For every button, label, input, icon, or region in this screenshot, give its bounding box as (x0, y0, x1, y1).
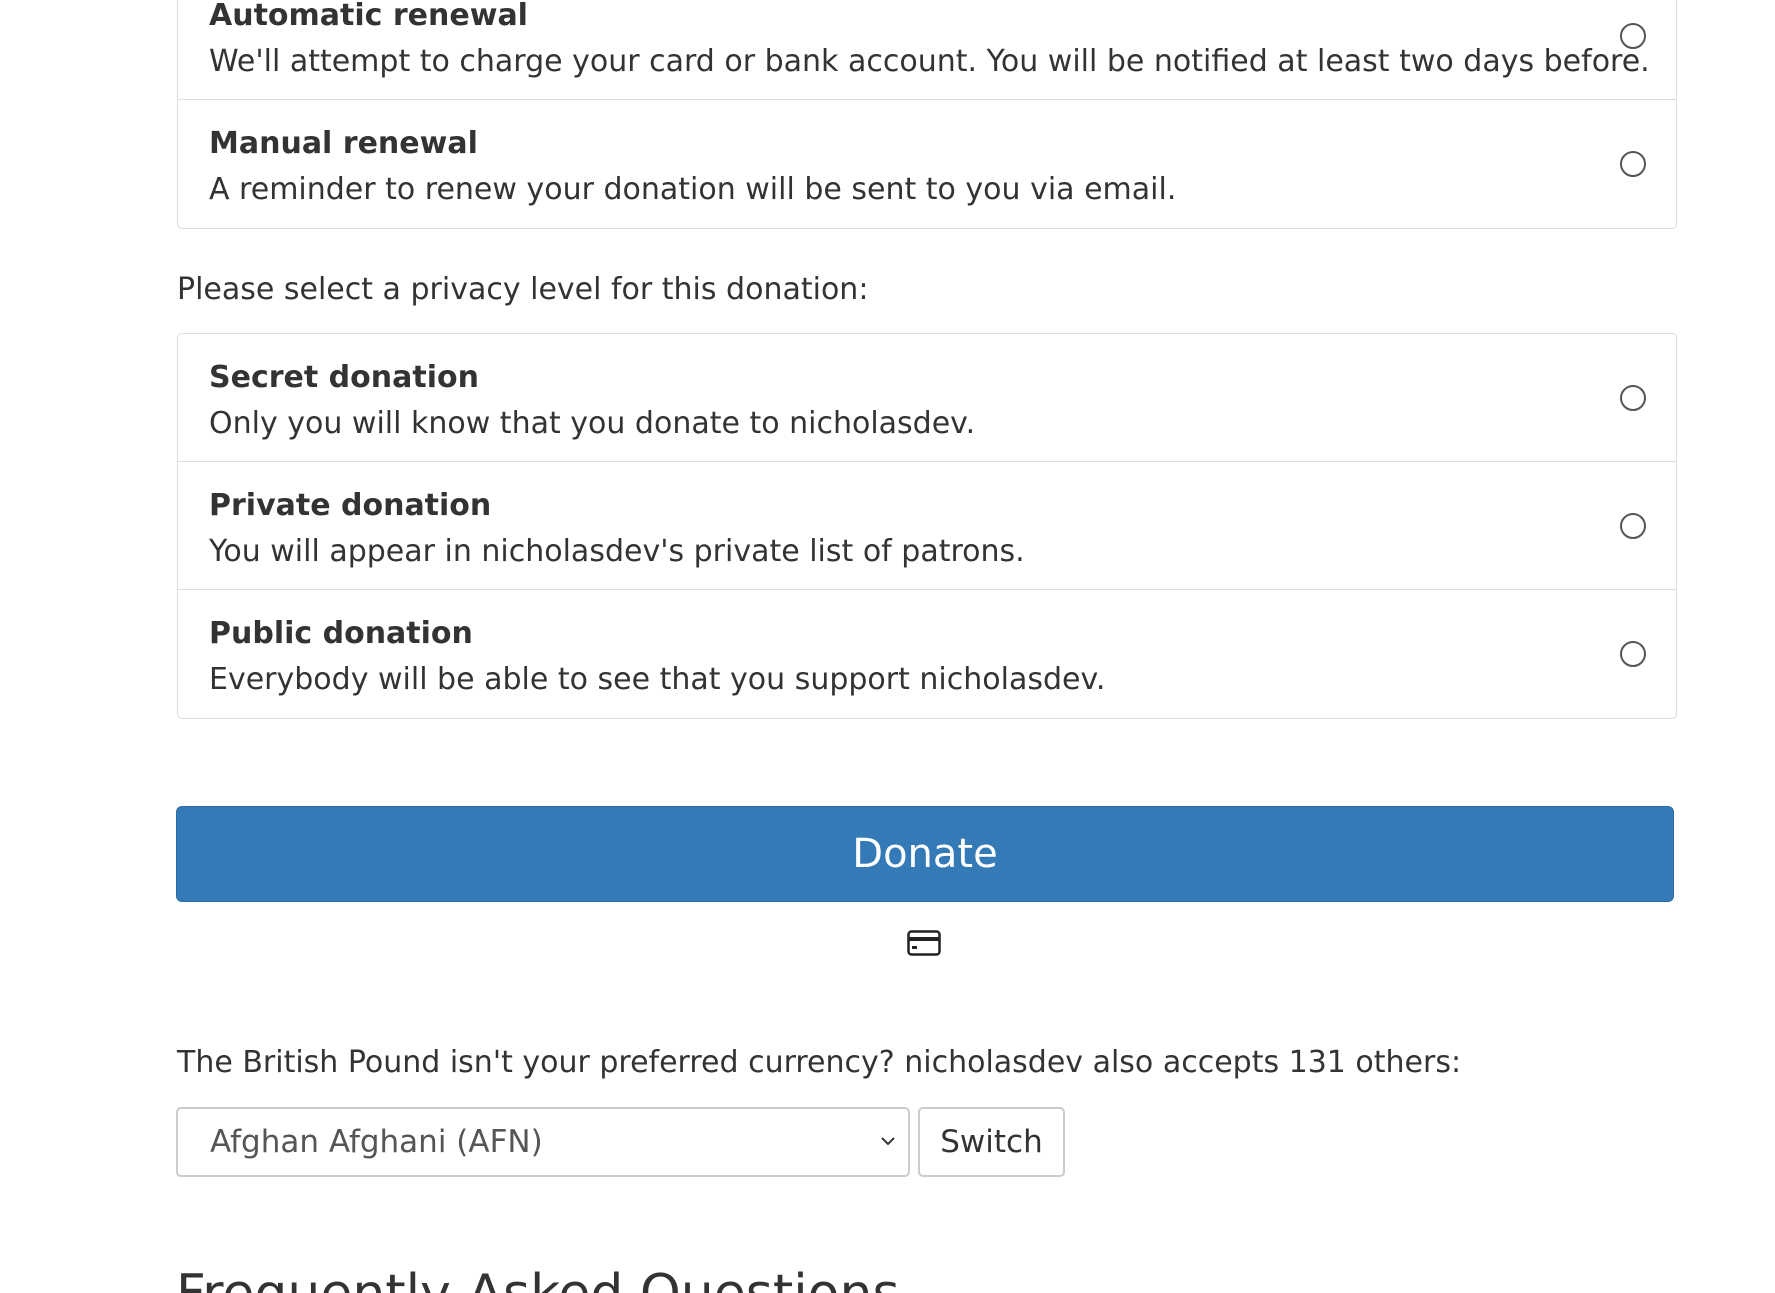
option-title: Manual renewal (209, 126, 478, 161)
renewal-option-manual[interactable]: Manual renewal A reminder to renew your … (178, 100, 1676, 228)
radio-button[interactable] (1620, 512, 1646, 539)
switch-currency-button[interactable]: Switch (918, 1107, 1065, 1177)
radio-button[interactable] (1620, 384, 1646, 411)
privacy-options: Secret donation Only you will know that … (177, 333, 1677, 719)
currency-prompt: The British Pound isn't your preferred c… (177, 1045, 1462, 1080)
privacy-prompt: Please select a privacy level for this d… (177, 272, 869, 307)
currency-select[interactable]: Afghan Afghani (AFN) (176, 1107, 910, 1177)
renewal-option-automatic[interactable]: Automatic renewal We'll attempt to charg… (178, 0, 1676, 100)
option-title: Public donation (209, 616, 473, 651)
option-title: Private donation (209, 488, 492, 523)
chevron-down-icon (881, 1137, 895, 1146)
currency-selected-value: Afghan Afghani (AFN) (210, 1124, 543, 1160)
option-description: Only you will know that you donate to ni… (209, 406, 976, 441)
option-title: Secret donation (209, 360, 479, 395)
faq-heading: Frequently Asked Questions (176, 1262, 900, 1293)
donation-page: Automatic renewal We'll attempt to charg… (0, 0, 1775, 1293)
option-title: Automatic renewal (209, 0, 528, 33)
radio-button[interactable] (1620, 151, 1646, 177)
option-description: You will appear in nicholasdev's private… (209, 534, 1025, 569)
credit-card-icon (907, 930, 941, 956)
option-description: We'll attempt to charge your card or ban… (209, 44, 1650, 79)
privacy-option-public[interactable]: Public donation Everybody will be able t… (178, 590, 1676, 718)
privacy-option-secret[interactable]: Secret donation Only you will know that … (178, 334, 1676, 462)
option-description: A reminder to renew your donation will b… (209, 172, 1177, 207)
radio-button[interactable] (1620, 641, 1646, 667)
renewal-options: Automatic renewal We'll attempt to charg… (177, 0, 1677, 229)
privacy-option-private[interactable]: Private donation You will appear in nich… (178, 462, 1676, 590)
radio-button[interactable] (1620, 22, 1646, 49)
option-description: Everybody will be able to see that you s… (209, 662, 1106, 697)
donate-button[interactable]: Donate (176, 806, 1674, 902)
